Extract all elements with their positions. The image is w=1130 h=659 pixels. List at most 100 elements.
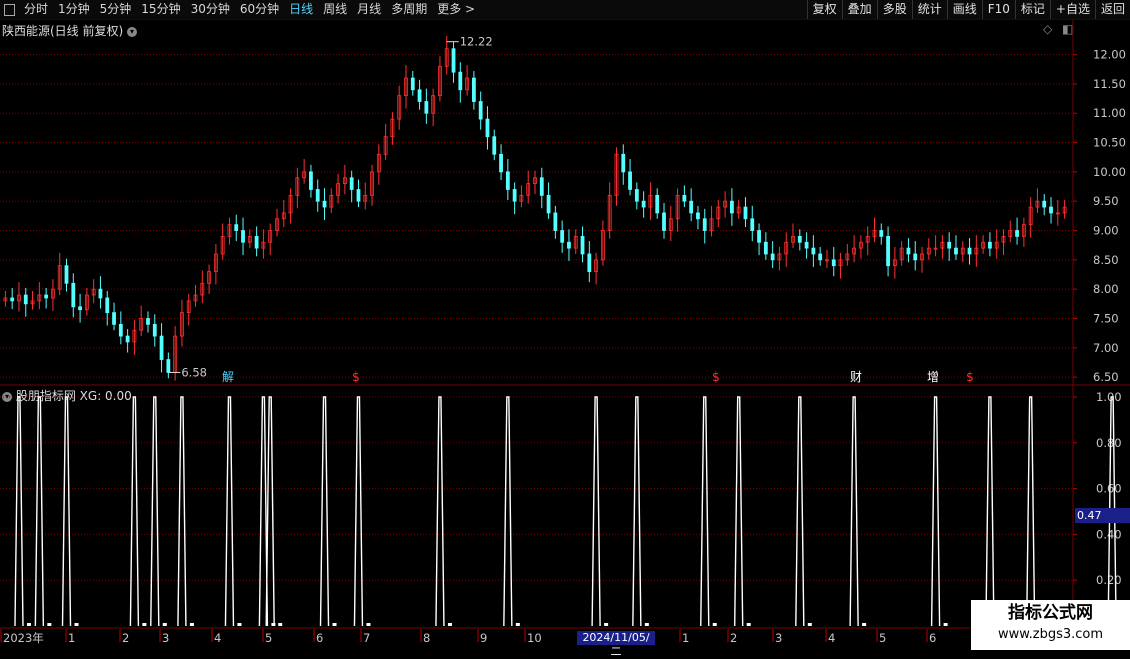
candle-body bbox=[743, 206, 748, 220]
xg-signal-spike bbox=[591, 396, 601, 627]
xg-signal-spike bbox=[129, 396, 140, 627]
xg-signal-spike bbox=[353, 396, 364, 627]
y-tick-label: 7.00 bbox=[1093, 341, 1119, 355]
xg-signal-spike bbox=[700, 396, 710, 627]
xg-signal-spike bbox=[795, 396, 805, 627]
candle-body bbox=[913, 253, 918, 261]
event-marker: $ bbox=[352, 370, 360, 384]
candle-body bbox=[166, 359, 171, 373]
candle-body bbox=[580, 235, 585, 255]
low-label: 6.58 bbox=[181, 365, 207, 379]
watermark-logo: 指标公式网 www.zbgs3.com bbox=[971, 600, 1130, 650]
candle-body bbox=[988, 241, 992, 249]
xg-baseline-mark bbox=[142, 623, 147, 626]
y-tick-label: 9.50 bbox=[1093, 194, 1119, 208]
candle-body bbox=[763, 241, 768, 255]
candle-body bbox=[567, 241, 571, 249]
chart-canvas[interactable]: 12.0011.5011.0010.5010.009.509.008.508.0… bbox=[0, 0, 1130, 650]
candle-body bbox=[492, 136, 497, 155]
candle-body bbox=[417, 89, 422, 102]
event-marker: 财 bbox=[850, 370, 862, 384]
candle-body bbox=[682, 194, 687, 202]
y-tick-label: 9.00 bbox=[1093, 224, 1119, 238]
candle-body bbox=[641, 200, 646, 208]
candle-body bbox=[410, 77, 415, 91]
xg-signal-spike bbox=[733, 396, 744, 627]
y-tick-label: 8.50 bbox=[1093, 253, 1119, 267]
xg-signal-spike bbox=[150, 396, 160, 627]
indicator-y-tick-label: 1.00 bbox=[1096, 390, 1122, 404]
x-tick-label: 2023年 bbox=[3, 631, 44, 645]
xg-signal-spike bbox=[985, 396, 995, 627]
xg-signal-spike bbox=[435, 396, 445, 627]
candle-body bbox=[254, 235, 259, 249]
candle-body bbox=[424, 101, 429, 114]
candle-body bbox=[458, 71, 463, 91]
x-tick-label: 6 bbox=[929, 631, 936, 645]
candle-body bbox=[241, 230, 245, 243]
event-marker: 解 bbox=[222, 370, 234, 384]
xg-baseline-mark bbox=[366, 623, 371, 626]
x-tick-label: 7 bbox=[363, 631, 370, 645]
x-tick-label: 1 bbox=[68, 631, 75, 645]
xg-baseline-mark bbox=[943, 623, 948, 626]
candle-body bbox=[947, 241, 952, 249]
candle-body bbox=[906, 247, 911, 255]
candle-body bbox=[478, 101, 483, 120]
xg-signal-spike bbox=[849, 396, 859, 627]
candle-body bbox=[757, 230, 761, 243]
candle-body bbox=[315, 189, 320, 202]
x-tick-label: 2 bbox=[730, 631, 737, 645]
candle-body bbox=[546, 194, 551, 214]
xg-baseline-mark bbox=[862, 623, 867, 626]
candle-body bbox=[587, 253, 592, 272]
event-marker: $ bbox=[966, 370, 974, 384]
candle-body bbox=[98, 288, 103, 299]
x-tick-label: 3 bbox=[162, 631, 169, 645]
xg-baseline-mark bbox=[807, 623, 812, 626]
candle-body bbox=[152, 323, 157, 337]
crosshair-value: 0.47 bbox=[1075, 508, 1130, 523]
xg-signal-spike bbox=[1025, 396, 1036, 627]
y-tick-label: 6.50 bbox=[1093, 370, 1119, 384]
candle-body bbox=[634, 189, 639, 202]
y-tick-label: 8.00 bbox=[1093, 282, 1119, 296]
xg-signal-spike bbox=[503, 396, 513, 627]
candle-body bbox=[309, 171, 313, 190]
candle-body bbox=[818, 253, 823, 261]
xg-baseline-mark bbox=[332, 623, 337, 626]
y-tick-label: 11.50 bbox=[1093, 77, 1126, 91]
x-tick-label: 1 bbox=[682, 631, 689, 645]
candle-body bbox=[71, 282, 76, 308]
xg-baseline-mark bbox=[189, 623, 194, 626]
crosshair-date: 2024/11/05/二 bbox=[577, 631, 655, 658]
x-tick-label: 10 bbox=[527, 631, 542, 645]
candle-body bbox=[539, 177, 544, 196]
x-tick-label: 8 bbox=[423, 631, 430, 645]
candle-body bbox=[967, 247, 972, 255]
watermark-title: 指标公式网 bbox=[1008, 603, 1093, 623]
xg-baseline-mark bbox=[278, 623, 283, 626]
candle-body bbox=[505, 171, 510, 190]
candle-body bbox=[1049, 206, 1053, 214]
candle-body bbox=[804, 241, 809, 249]
candle-body bbox=[322, 200, 327, 208]
xg-baseline-mark bbox=[237, 623, 242, 626]
x-tick-label: 9 bbox=[480, 631, 487, 645]
candle-body bbox=[770, 253, 775, 261]
event-marker: $ bbox=[712, 370, 720, 384]
xg-baseline-mark bbox=[447, 623, 452, 626]
candle-body bbox=[811, 247, 816, 255]
candle-body bbox=[44, 294, 49, 299]
candle-body bbox=[696, 212, 700, 220]
y-tick-label: 10.00 bbox=[1093, 165, 1126, 179]
xg-baseline-mark bbox=[712, 623, 717, 626]
indicator-y-tick-label: 0.80 bbox=[1096, 436, 1122, 450]
watermark-url: www.zbgs3.com bbox=[997, 627, 1104, 642]
indicator-y-tick-label: 0.60 bbox=[1096, 482, 1122, 496]
candle-body bbox=[879, 230, 884, 237]
y-tick-label: 11.00 bbox=[1093, 106, 1126, 120]
candle-body bbox=[105, 297, 110, 314]
candle-body bbox=[750, 218, 755, 231]
xg-signal-spike bbox=[319, 396, 330, 627]
